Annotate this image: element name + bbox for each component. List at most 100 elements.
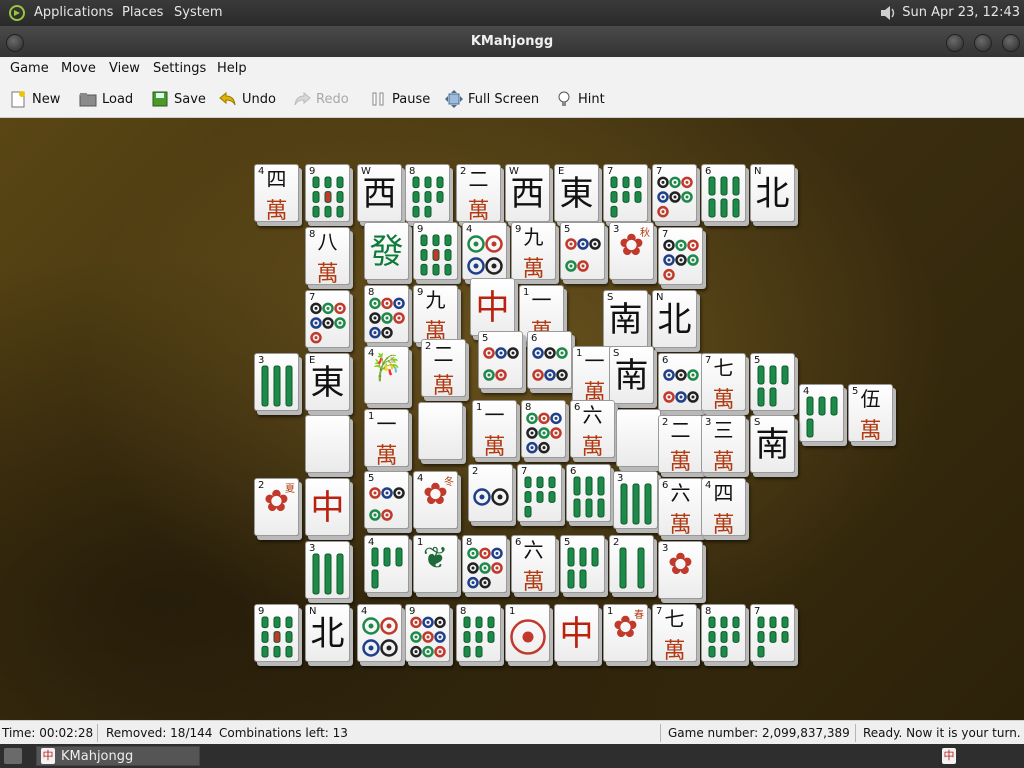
mahjong-tile[interactable]: 6 bbox=[527, 331, 572, 389]
redo-button[interactable]: Redo bbox=[292, 87, 349, 111]
mahjong-tile[interactable]: 2 ✿ 夏 bbox=[254, 478, 299, 536]
maximize-button[interactable] bbox=[974, 34, 992, 52]
mahjong-tile[interactable]: 9 bbox=[405, 604, 450, 662]
mahjong-tile[interactable]: N北 bbox=[305, 604, 350, 662]
mahjong-tile[interactable]: 1一萬 bbox=[364, 409, 409, 469]
fullscreen-button[interactable]: Full Screen bbox=[444, 87, 539, 111]
close-button[interactable] bbox=[1002, 34, 1020, 52]
show-desktop-icon[interactable] bbox=[4, 748, 22, 764]
mahjong-tile[interactable] bbox=[616, 409, 661, 467]
mahjong-tile[interactable]: 9九萬 bbox=[511, 222, 556, 282]
mahjong-tile[interactable]: 發 bbox=[364, 222, 409, 280]
clock[interactable]: Sun Apr 23, 12:43 bbox=[902, 5, 1020, 20]
mahjong-tile[interactable]: 8 bbox=[462, 535, 507, 593]
mahjong-tile[interactable]: 7七萬 bbox=[652, 604, 697, 664]
mahjong-tile[interactable]: 2 bbox=[609, 535, 654, 593]
mahjong-tile[interactable]: 6六萬 bbox=[570, 400, 615, 460]
mahjong-tile[interactable]: 8 bbox=[521, 400, 566, 458]
menu-settings[interactable]: Settings bbox=[153, 61, 206, 76]
mahjong-tile[interactable]: S南 bbox=[603, 290, 648, 348]
mahjong-tile[interactable]: 5 bbox=[364, 471, 409, 529]
mahjong-tile[interactable]: N北 bbox=[750, 164, 795, 222]
mahjong-tile[interactable]: E東 bbox=[305, 353, 350, 411]
volume-icon[interactable] bbox=[878, 3, 898, 23]
mahjong-tile[interactable]: 8 bbox=[701, 604, 746, 662]
mahjong-tile[interactable]: 5 bbox=[560, 222, 605, 280]
mahjong-tile[interactable]: 7 bbox=[652, 164, 697, 222]
tray-kmahjongg-icon[interactable]: 中 bbox=[942, 748, 956, 764]
places-menu[interactable]: Places bbox=[122, 5, 163, 20]
hint-button[interactable]: Hint bbox=[554, 87, 605, 111]
window-titlebar[interactable]: KMahjongg bbox=[0, 26, 1024, 57]
mahjong-tile[interactable]: 6六萬 bbox=[658, 478, 703, 538]
mahjong-tile[interactable]: 4 ✿ 冬 bbox=[413, 471, 458, 529]
undo-button[interactable]: Undo bbox=[218, 87, 276, 111]
mahjong-tile[interactable]: 8 bbox=[364, 285, 409, 343]
mahjong-tile[interactable]: 8 bbox=[456, 604, 501, 662]
pause-button[interactable]: Pause bbox=[368, 87, 430, 111]
mahjong-tile[interactable]: 7 bbox=[305, 290, 350, 348]
mahjong-tile[interactable]: 4 bbox=[462, 222, 507, 280]
mahjong-tile[interactable]: 3 bbox=[254, 353, 299, 411]
mahjong-tile[interactable]: 4 bbox=[364, 535, 409, 593]
mahjong-tile[interactable]: 3 ✿ 秋 bbox=[609, 222, 654, 280]
menu-move[interactable]: Move bbox=[61, 61, 96, 76]
mahjong-tile[interactable]: 5伍萬 bbox=[848, 384, 893, 444]
menu-view[interactable]: View bbox=[109, 61, 140, 76]
mahjong-tile[interactable]: 3 bbox=[613, 471, 658, 529]
mahjong-tile[interactable]: 6 bbox=[701, 164, 746, 222]
mahjong-tile[interactable] bbox=[418, 402, 463, 460]
mahjong-tile[interactable]: 4 bbox=[799, 384, 844, 442]
mahjong-tile[interactable]: 1 ✿ 春 bbox=[603, 604, 648, 662]
mahjong-tile[interactable]: S南 bbox=[750, 415, 795, 473]
mahjong-tile[interactable]: W西 bbox=[357, 164, 402, 222]
menu-game[interactable]: Game bbox=[10, 61, 49, 76]
mahjong-tile[interactable]: 7 bbox=[603, 164, 648, 222]
mahjong-tile[interactable]: 1一萬 bbox=[472, 400, 517, 460]
mahjong-tile[interactable]: 7 bbox=[750, 604, 795, 662]
minimize-button[interactable] bbox=[946, 34, 964, 52]
mahjong-tile[interactable]: 6六萬 bbox=[511, 535, 556, 595]
mahjong-tile[interactable]: 9 bbox=[254, 604, 299, 662]
mahjong-tile[interactable]: 4 bbox=[357, 604, 402, 662]
mahjong-tile[interactable]: 中 bbox=[305, 478, 350, 536]
mahjong-tile[interactable]: 6 bbox=[566, 464, 611, 522]
mahjong-tile[interactable]: S南 bbox=[609, 346, 654, 404]
game-board[interactable]: 4 四萬 9 W 西 8 2 二萬 W 西 E 東 7 7 6 N 北 8 八萬發 9 4 9 九萬 5 3 ✿ 秋 7 7 8 9 九萬中 1… bbox=[0, 118, 1024, 720]
save-button[interactable]: Save bbox=[150, 87, 206, 111]
mahjong-tile[interactable]: 中 bbox=[470, 278, 515, 336]
applications-menu[interactable]: Applications bbox=[34, 5, 113, 20]
mahjong-tile[interactable]: 8八萬 bbox=[305, 227, 350, 287]
mahjong-tile[interactable]: 中 bbox=[554, 604, 599, 662]
mahjong-tile[interactable]: 1 bbox=[505, 604, 550, 662]
mahjong-tile[interactable]: 4四萬 bbox=[701, 478, 746, 538]
mahjong-tile[interactable]: 4 🎋 bbox=[364, 346, 409, 404]
load-button[interactable]: Load bbox=[78, 87, 133, 111]
mahjong-tile[interactable] bbox=[305, 415, 350, 473]
mahjong-tile[interactable]: 3 bbox=[305, 541, 350, 599]
mahjong-tile[interactable]: 6 bbox=[658, 353, 703, 411]
mahjong-tile[interactable]: 5 bbox=[560, 535, 605, 593]
mahjong-tile[interactable]: 4四萬 bbox=[254, 164, 299, 224]
mahjong-tile[interactable]: 9九萬 bbox=[413, 285, 458, 345]
mahjong-tile[interactable]: N北 bbox=[652, 290, 697, 348]
mahjong-tile[interactable]: 1 ❦ bbox=[413, 535, 458, 593]
mahjong-tile[interactable]: 7 bbox=[517, 464, 562, 522]
mahjong-tile[interactable]: 3三萬 bbox=[701, 415, 746, 475]
mahjong-tile[interactable]: 2二萬 bbox=[456, 164, 501, 224]
menu-help[interactable]: Help bbox=[217, 61, 247, 76]
mahjong-tile[interactable]: 5 bbox=[750, 353, 795, 411]
new-button[interactable]: New bbox=[8, 87, 60, 111]
mahjong-tile[interactable]: 7 bbox=[658, 227, 703, 285]
mahjong-tile[interactable]: E東 bbox=[554, 164, 599, 222]
distro-logo-icon[interactable] bbox=[8, 4, 26, 22]
system-menu[interactable]: System bbox=[174, 5, 222, 20]
mahjong-tile[interactable]: 9 bbox=[413, 222, 458, 280]
mahjong-tile[interactable]: 5 bbox=[478, 331, 523, 389]
mahjong-tile[interactable]: 8 bbox=[405, 164, 450, 222]
mahjong-tile[interactable]: 3 ✿ bbox=[658, 541, 703, 599]
mahjong-tile[interactable]: 9 bbox=[305, 164, 350, 222]
mahjong-tile[interactable]: W西 bbox=[505, 164, 550, 222]
taskbar-item-kmahjongg[interactable]: 中 KMahjongg bbox=[36, 746, 200, 766]
mahjong-tile[interactable]: 2二萬 bbox=[658, 415, 703, 475]
